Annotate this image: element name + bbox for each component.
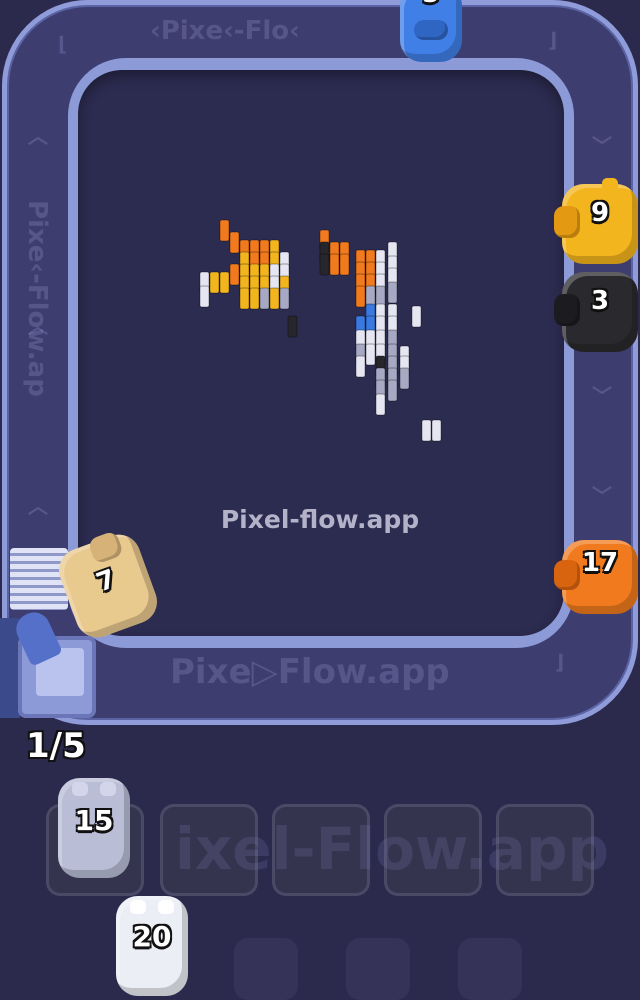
pig-right-yellow[interactable]: 9 (554, 178, 638, 264)
pixel-board (78, 70, 564, 636)
pig-snout (414, 20, 448, 40)
chevron-up-icon: ︿ (28, 314, 48, 338)
waiting-slot (346, 938, 410, 1000)
queue-counter: 1/5 (26, 726, 86, 766)
pig-count: 20 (132, 920, 172, 953)
waiting-slot (234, 938, 298, 1000)
pig-count: 9 (590, 198, 610, 228)
pig-ear (602, 178, 618, 192)
pig-slot-1[interactable]: 15 (58, 778, 130, 878)
pig-count: 17 (581, 548, 619, 578)
pig-dock-ramp (10, 548, 68, 610)
pig-ear (130, 900, 146, 914)
waiting-slot (458, 938, 522, 1000)
chevron-up-icon: ︿ (28, 124, 48, 148)
chevron-down-icon: ﹀ (592, 384, 612, 408)
track-watermark-left: Pixe‹-Flow.ap (22, 200, 52, 397)
pig-top[interactable]: 3 (400, 0, 462, 62)
chevron-down-icon: ﹀ (592, 134, 612, 158)
chevron-icon: ⌋ (555, 650, 565, 674)
pig-right-black[interactable]: 3 (554, 272, 638, 352)
pig-count: 3 (400, 0, 462, 8)
pig-ear (100, 782, 116, 796)
watermark-text: Pixel-flow.app (220, 505, 420, 534)
pig-count: 15 (74, 804, 114, 837)
pig-right-orange[interactable]: 17 (554, 540, 638, 614)
pig-ear (158, 900, 174, 914)
pig-waiting-next[interactable]: 20 (116, 896, 188, 996)
track-watermark-bottom: Pixe▷Flow.app (170, 652, 450, 692)
pig-count: 7 (92, 564, 120, 599)
track-watermark-top: ‹Pixe‹-Flo‹ (150, 16, 300, 46)
slots-watermark: ixel-Flow.app (175, 815, 610, 883)
pig-ear (72, 782, 88, 796)
chevron-icon: ⌋ (548, 28, 558, 52)
chevron-icon: ⌊ (58, 32, 68, 56)
pig-count: 3 (590, 286, 610, 316)
